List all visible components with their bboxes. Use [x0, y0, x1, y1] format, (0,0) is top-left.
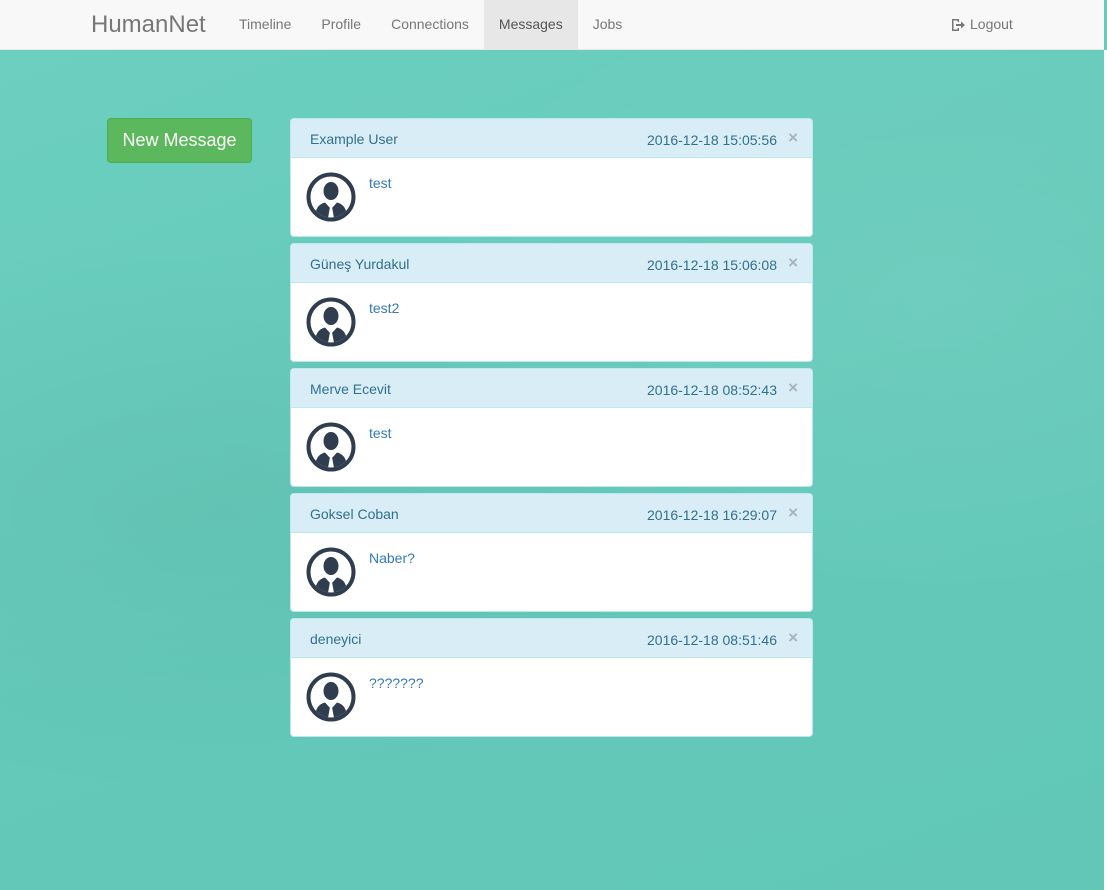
- message-text: test: [369, 175, 392, 191]
- message-sender[interactable]: Güneş Yurdakul: [310, 256, 409, 272]
- message-card: Goksel Coban 2016-12-18 16:29:07 × Naber…: [290, 493, 813, 612]
- logout-link[interactable]: Logout: [951, 0, 1013, 49]
- message-timestamp: 2016-12-18 08:52:43: [647, 382, 777, 398]
- message-header: Güneş Yurdakul 2016-12-18 15:06:08 ×: [291, 244, 812, 283]
- user-avatar-icon: [306, 422, 356, 472]
- delete-message-button[interactable]: ×: [788, 629, 798, 647]
- user-avatar-icon: [306, 672, 356, 722]
- user-avatar-icon: [306, 297, 356, 347]
- user-avatar-icon: [306, 547, 356, 597]
- message-body: test: [291, 158, 812, 236]
- message-card: Güneş Yurdakul 2016-12-18 15:06:08 × tes…: [290, 243, 813, 362]
- nav-item-messages[interactable]: Messages: [483, 0, 578, 49]
- user-avatar-icon: [306, 172, 356, 222]
- message-header: Goksel Coban 2016-12-18 16:29:07 ×: [291, 494, 812, 533]
- message-body: ???????: [291, 658, 812, 736]
- message-text: test2: [369, 300, 400, 316]
- brand-logo[interactable]: HumanNet: [91, 11, 206, 39]
- new-message-button[interactable]: New Message: [107, 118, 252, 163]
- message-sender[interactable]: deneyici: [310, 631, 361, 647]
- message-body: Naber?: [291, 533, 812, 611]
- message-timestamp: 2016-12-18 15:06:08: [647, 257, 777, 273]
- nav-item-jobs[interactable]: Jobs: [578, 0, 638, 49]
- message-sender[interactable]: Merve Ecevit: [310, 381, 391, 397]
- message-header: deneyici 2016-12-18 08:51:46 ×: [291, 619, 812, 658]
- delete-message-button[interactable]: ×: [788, 379, 798, 397]
- delete-message-button[interactable]: ×: [788, 254, 798, 272]
- nav-item-timeline[interactable]: Timeline: [224, 0, 306, 49]
- message-timestamp: 2016-12-18 15:05:56: [647, 132, 777, 148]
- message-text: ???????: [369, 675, 424, 691]
- message-timestamp: 2016-12-18 16:29:07: [647, 507, 777, 523]
- message-header: Example User 2016-12-18 15:05:56 ×: [291, 119, 812, 158]
- message-body: test2: [291, 283, 812, 361]
- message-list: Example User 2016-12-18 15:05:56 × test …: [290, 118, 813, 743]
- nav-item-connections[interactable]: Connections: [376, 0, 484, 49]
- message-sender[interactable]: Goksel Coban: [310, 506, 399, 522]
- main-nav: Timeline Profile Connections Messages Jo…: [224, 0, 637, 49]
- message-text: test: [369, 425, 392, 441]
- logout-icon: [951, 18, 966, 32]
- delete-message-button[interactable]: ×: [788, 504, 798, 522]
- message-timestamp: 2016-12-18 08:51:46: [647, 632, 777, 648]
- message-card: Merve Ecevit 2016-12-18 08:52:43 × test: [290, 368, 813, 487]
- nav-item-profile[interactable]: Profile: [306, 0, 376, 49]
- message-text: Naber?: [369, 550, 415, 566]
- message-sender[interactable]: Example User: [310, 131, 398, 147]
- top-navbar: HumanNet Timeline Profile Connections Me…: [0, 0, 1104, 50]
- delete-message-button[interactable]: ×: [788, 129, 798, 147]
- logout-label: Logout: [970, 16, 1013, 32]
- message-header: Merve Ecevit 2016-12-18 08:52:43 ×: [291, 369, 812, 408]
- message-card: deneyici 2016-12-18 08:51:46 × ???????: [290, 618, 813, 737]
- message-body: test: [291, 408, 812, 486]
- message-card: Example User 2016-12-18 15:05:56 × test: [290, 118, 813, 237]
